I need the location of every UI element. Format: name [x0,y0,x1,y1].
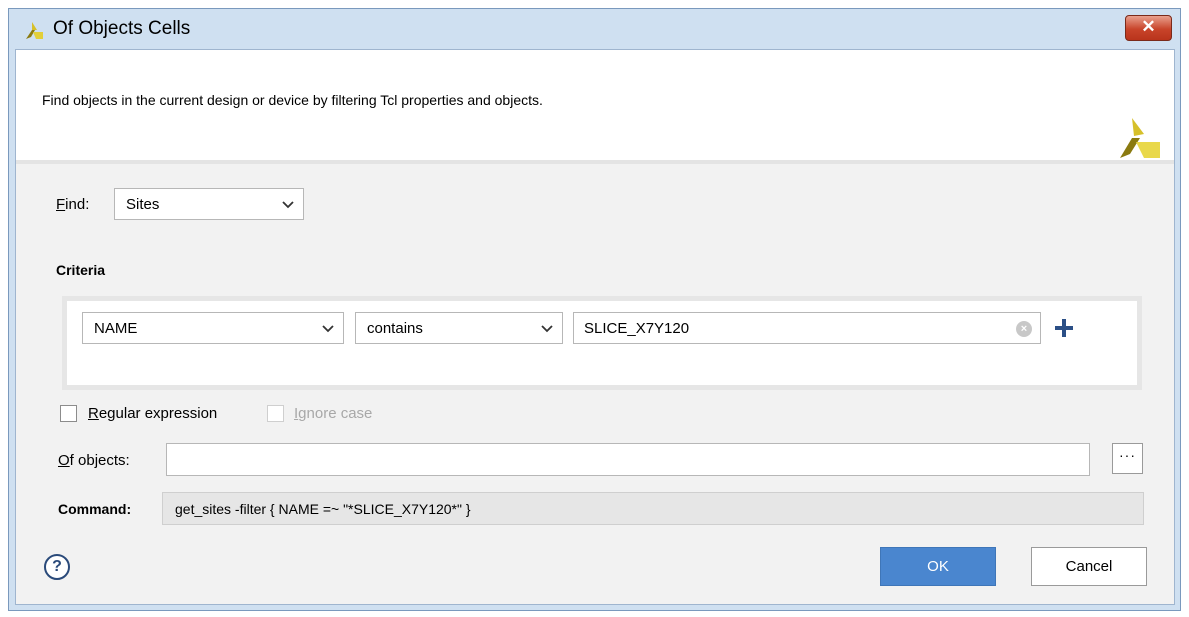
close-button[interactable]: ✕ [1125,15,1172,41]
xilinx-logo-icon [1120,118,1160,158]
ignore-case-checkbox[interactable] [267,405,284,422]
banner-description: Find objects in the current design or de… [42,92,543,108]
dialog-body: Find objects in the current design or de… [15,49,1175,605]
help-icon[interactable]: ? [44,554,70,580]
command-value: get_sites -filter { NAME =~ "*SLICE_X7Y1… [175,501,471,517]
ignore-case-label: Ignore case [294,405,373,422]
find-value: Sites [126,196,160,213]
dialog-window: Of Objects Cells ✕ Find objects in the c… [8,8,1181,611]
cancel-button[interactable]: Cancel [1031,547,1147,586]
ok-button[interactable]: OK [880,547,996,586]
of-objects-label: Of objects: [58,452,130,469]
operator-value: contains [367,320,423,337]
xilinx-logo-icon [26,22,43,39]
operator-dropdown[interactable]: contains [355,312,563,344]
find-dropdown[interactable]: Sites [114,188,304,220]
chevron-down-icon [322,325,334,333]
property-dropdown[interactable]: NAME [82,312,344,344]
browse-button[interactable]: ··· [1112,443,1143,474]
chevron-down-icon [541,325,553,333]
criteria-value: SLICE_X7Y120 [584,320,690,337]
window-title: Of Objects Cells [53,18,191,39]
command-label: Command: [58,501,132,517]
clear-icon[interactable]: × [1016,321,1032,337]
title-bar[interactable]: Of Objects Cells ✕ [9,9,1180,49]
header-banner: Find objects in the current design or de… [16,50,1174,164]
regex-label: Regular expression [88,405,218,422]
criteria-value-input[interactable]: SLICE_X7Y120 × [573,312,1041,344]
command-field: get_sites -filter { NAME =~ "*SLICE_X7Y1… [162,492,1144,525]
regex-checkbox[interactable] [60,405,77,422]
of-objects-input[interactable] [166,443,1090,476]
chevron-down-icon [282,201,294,209]
property-value: NAME [94,320,138,337]
find-label: Find: [56,196,90,213]
criteria-heading: Criteria [56,262,106,278]
add-criteria-icon[interactable] [1052,316,1076,340]
close-icon: ✕ [1141,17,1156,36]
